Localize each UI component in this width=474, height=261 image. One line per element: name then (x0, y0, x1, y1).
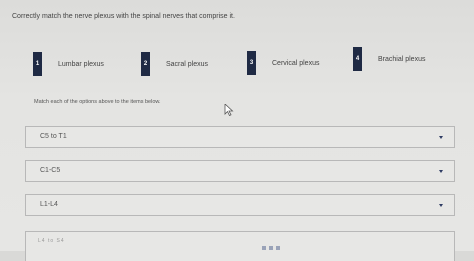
chevron-down-icon[interactable] (428, 127, 454, 147)
match-item-label: L4 to S4 (38, 238, 65, 244)
option-number-badge: 4 (353, 47, 362, 71)
option-label: Cervical plexus (272, 59, 320, 67)
option-number-badge: 2 (141, 52, 150, 76)
instruction-text: Match each of the options above to the i… (34, 99, 161, 105)
match-select-c5-t1[interactable]: C5 to T1 (25, 126, 455, 148)
quiz-page: Correctly match the nerve plexus with th… (0, 0, 474, 261)
option-cervical-plexus[interactable]: 3 Cervical plexus (247, 51, 319, 75)
question-text: Correctly match the nerve plexus with th… (12, 13, 235, 20)
chevron-down-icon[interactable] (428, 195, 454, 215)
option-number-badge: 3 (247, 51, 256, 75)
match-select-c1-c5[interactable]: C1-C5 (25, 160, 455, 182)
option-number-badge: 1 (33, 52, 42, 76)
option-label: Sacral plexus (166, 60, 209, 68)
option-brachial-plexus[interactable]: 4 Brachial plexus (353, 47, 425, 71)
option-label: Brachial plexus (378, 55, 426, 63)
bottom-toolbar-icons (262, 246, 312, 251)
match-select-l4-s4[interactable]: L4 to S4 (25, 231, 455, 261)
match-item-label: C5 to T1 (40, 133, 67, 140)
match-item-label: C1-C5 (40, 167, 61, 174)
option-lumbar-plexus[interactable]: 1 Lumbar plexus (33, 52, 104, 76)
option-sacral-plexus[interactable]: 2 Sacral plexus (141, 52, 208, 76)
match-item-label: L1-L4 (40, 201, 58, 208)
option-label: Lumbar plexus (58, 60, 104, 68)
chevron-down-icon[interactable] (428, 161, 454, 181)
match-select-l1-l4[interactable]: L1-L4 (25, 194, 455, 216)
mouse-cursor-icon (224, 104, 234, 116)
